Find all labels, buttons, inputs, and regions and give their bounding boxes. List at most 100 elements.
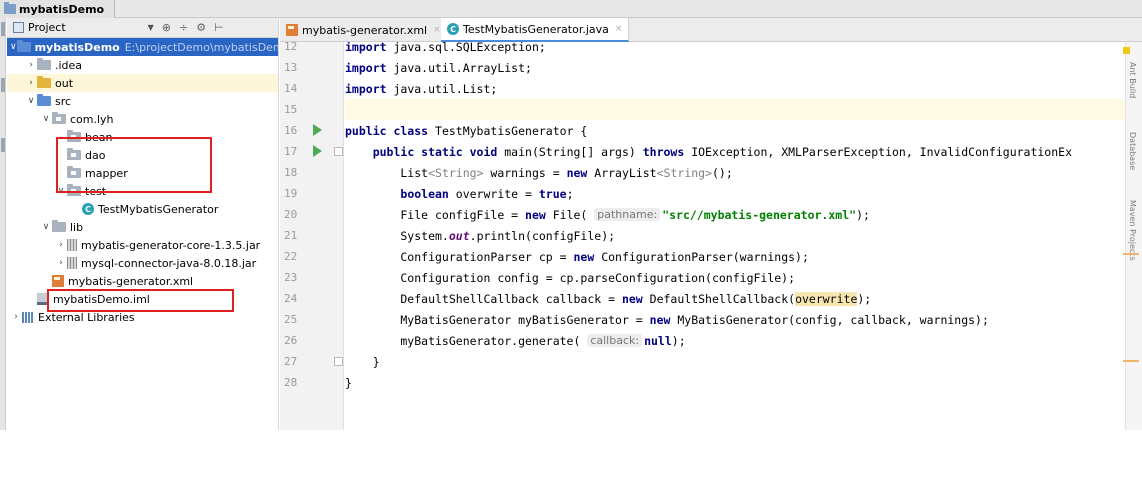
editor-tab[interactable]: mybatis-generator.xml × xyxy=(280,18,448,42)
code-line: System. out .println(configFile); xyxy=(345,225,1125,246)
editor-tab-label: TestMybatisGenerator.java xyxy=(463,22,609,36)
code-text: System. xyxy=(345,228,449,243)
project-tool-icon[interactable] xyxy=(1,22,5,36)
tree-item[interactable]: ∨ mybatisDemo E:\projectDemo\mybatisDem xyxy=(7,38,278,56)
close-icon[interactable]: × xyxy=(433,25,441,35)
code-text: File configFile = xyxy=(345,207,526,222)
chevron-down-icon[interactable]: ∨ xyxy=(25,96,37,106)
tree-item[interactable]: · mybatisDemo.iml xyxy=(7,290,278,308)
fold-icon[interactable] xyxy=(334,357,343,366)
code-line: } xyxy=(345,372,1125,393)
tree-item-label: .idea xyxy=(55,58,83,72)
maven-projects-tool[interactable]: Maven Projects xyxy=(1128,200,1137,261)
run-icon[interactable] xyxy=(313,124,322,136)
tree-item[interactable]: › mysql-connector-java-8.0.18.jar xyxy=(7,254,278,272)
package-icon xyxy=(67,148,81,160)
project-panel-title[interactable]: Project xyxy=(28,21,66,34)
fold-icon[interactable] xyxy=(334,147,343,156)
chevron-down-icon[interactable]: ∨ xyxy=(10,42,17,52)
tree-item-label: dao xyxy=(85,148,106,162)
line-number: 19 xyxy=(284,187,298,200)
chevron-right-icon[interactable]: › xyxy=(25,78,37,88)
target-icon[interactable]: ⊕ xyxy=(162,21,171,34)
tree-item[interactable]: ·C TestMybatisGenerator xyxy=(7,200,278,218)
tree-item[interactable]: ∨ com.lyh xyxy=(7,110,278,128)
gear-icon[interactable]: ⚙ xyxy=(196,21,206,34)
breadcrumb[interactable]: mybatisDemo xyxy=(0,0,116,18)
code-editor[interactable]: import java.sql.SQLException; import java… xyxy=(345,42,1125,430)
chevron-right-icon[interactable]: › xyxy=(25,60,37,70)
tree-item-label: TestMybatisGenerator xyxy=(98,202,219,216)
code-keyword: new xyxy=(566,165,588,180)
code-text: warnings = xyxy=(483,165,567,180)
database-tool[interactable]: Database xyxy=(1128,132,1137,170)
chevron-down-icon[interactable]: ∨ xyxy=(40,114,52,124)
tree-spacer: · xyxy=(40,276,52,286)
code-line xyxy=(345,99,1125,120)
tree-item[interactable]: · mybatis-generator.xml xyxy=(7,272,278,290)
editor-tab[interactable]: C TestMybatisGenerator.java × xyxy=(441,18,630,42)
module-folder-icon xyxy=(16,40,31,52)
tree-spacer: · xyxy=(70,204,82,214)
tree-item[interactable]: · mapper xyxy=(7,164,278,182)
line-number: 23 xyxy=(284,271,298,284)
ant-build-tool[interactable]: Ant Build xyxy=(1128,62,1137,98)
caret-down-icon[interactable]: ▼ xyxy=(148,23,154,32)
code-text: File( xyxy=(545,207,595,222)
folder-icon xyxy=(52,220,66,232)
chevron-right-icon[interactable]: › xyxy=(55,258,67,268)
chevron-right-icon[interactable]: › xyxy=(10,312,22,322)
line-number: 27 xyxy=(284,355,298,368)
tree-item[interactable]: · dao xyxy=(7,146,278,164)
run-icon[interactable] xyxy=(313,145,322,157)
folder-icon xyxy=(37,58,51,70)
code-line: import java.util.List; xyxy=(345,78,1125,99)
tree-item[interactable]: · bean xyxy=(7,128,278,146)
warning-marker[interactable] xyxy=(1123,47,1130,54)
scroll-marker xyxy=(1123,360,1139,362)
tree-item[interactable]: › External Libraries xyxy=(7,308,278,326)
tree-spacer: · xyxy=(25,294,37,304)
line-number: 12 xyxy=(284,40,298,53)
code-text: ); xyxy=(856,207,870,222)
code-text: main(String[] args) xyxy=(497,144,643,159)
tree-item[interactable]: ∨ test xyxy=(7,182,278,200)
structure-tool-icon[interactable] xyxy=(1,78,5,92)
line-number: 21 xyxy=(284,229,298,242)
scroll-marker xyxy=(1123,253,1139,255)
chevron-down-icon[interactable]: ∨ xyxy=(55,186,67,196)
tree-spacer: · xyxy=(55,150,67,160)
line-number: 18 xyxy=(284,166,298,179)
favorites-tool-icon[interactable] xyxy=(1,138,5,152)
code-keyword: new xyxy=(621,291,643,306)
tree-item[interactable]: › .idea xyxy=(7,56,278,74)
code-line: Configuration config = cp.parseConfigura… xyxy=(345,267,1125,288)
project-icon xyxy=(13,22,24,33)
editor-gutter: 12 13 14 15 16 17 18 19 20 21 22 23 24 25 26 27 28 xyxy=(280,40,344,430)
tree-item-label: mybatis-generator-core-1.3.5.jar xyxy=(81,238,261,252)
xml-file-icon xyxy=(52,275,64,287)
code-keyword: null xyxy=(644,333,672,348)
tree-item[interactable]: › out xyxy=(7,74,278,92)
pin-icon[interactable]: ⊢ xyxy=(214,21,224,34)
source-folder-icon xyxy=(37,94,51,106)
code-keyword: import xyxy=(345,60,387,75)
editor-tab-label: mybatis-generator.xml xyxy=(302,23,428,37)
tree-item-label: bean xyxy=(85,130,113,144)
tree-item-label: mybatisDemo.iml xyxy=(53,292,150,306)
line-number: 28 xyxy=(284,376,298,389)
close-icon[interactable]: × xyxy=(615,24,623,34)
code-text: DefaultShellCallback callback = xyxy=(345,291,622,306)
code-text: IOException, XMLParserException, Invalid… xyxy=(684,144,1073,159)
tree-item[interactable]: ∨ src xyxy=(7,92,278,110)
chevron-right-icon[interactable]: › xyxy=(55,240,67,250)
code-generic: <String> xyxy=(428,165,484,180)
chevron-down-icon[interactable]: ∨ xyxy=(40,222,52,232)
tree-item[interactable]: › mybatis-generator-core-1.3.5.jar xyxy=(7,236,278,254)
collapse-icon[interactable]: ÷ xyxy=(179,21,188,34)
code-text: ArrayList xyxy=(587,165,657,180)
tree-item[interactable]: ∨ lib xyxy=(7,218,278,236)
code-text: DefaultShellCallback( xyxy=(642,291,796,306)
